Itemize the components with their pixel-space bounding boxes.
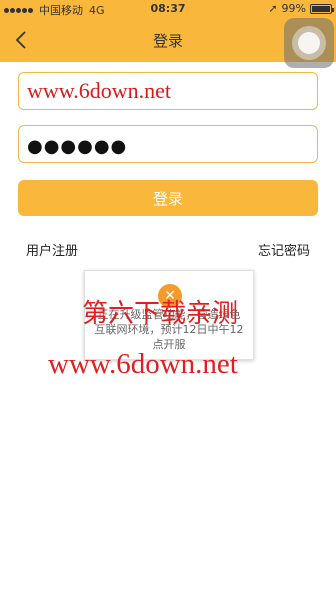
location-icon: ➚ xyxy=(268,2,278,15)
password-field[interactable]: ●●●●●● xyxy=(18,125,318,163)
username-value: www.6down.net xyxy=(27,78,171,103)
watermark-url: www.6down.net xyxy=(48,348,238,380)
assistive-ring-icon xyxy=(292,26,326,60)
status-bar: 中国移动 4G 08:37 ➚ 99% xyxy=(0,0,336,18)
nav-bar: 登录 xyxy=(0,18,336,68)
forgot-password-link[interactable]: 忘记密码 xyxy=(258,240,310,259)
battery-percent: 99% xyxy=(281,2,306,15)
status-right: ➚ 99% xyxy=(268,2,334,15)
floating-assistive-button[interactable] xyxy=(284,18,334,68)
battery-icon xyxy=(310,3,334,14)
watermark-text: 第六下载亲测 xyxy=(82,299,239,328)
login-button-label: 登录 xyxy=(152,189,183,208)
register-link[interactable]: 用户注册 xyxy=(26,240,78,259)
username-field[interactable]: www.6down.net xyxy=(18,72,318,110)
password-value: ●●●●●● xyxy=(27,136,128,157)
login-button[interactable]: 登录 xyxy=(18,180,318,216)
